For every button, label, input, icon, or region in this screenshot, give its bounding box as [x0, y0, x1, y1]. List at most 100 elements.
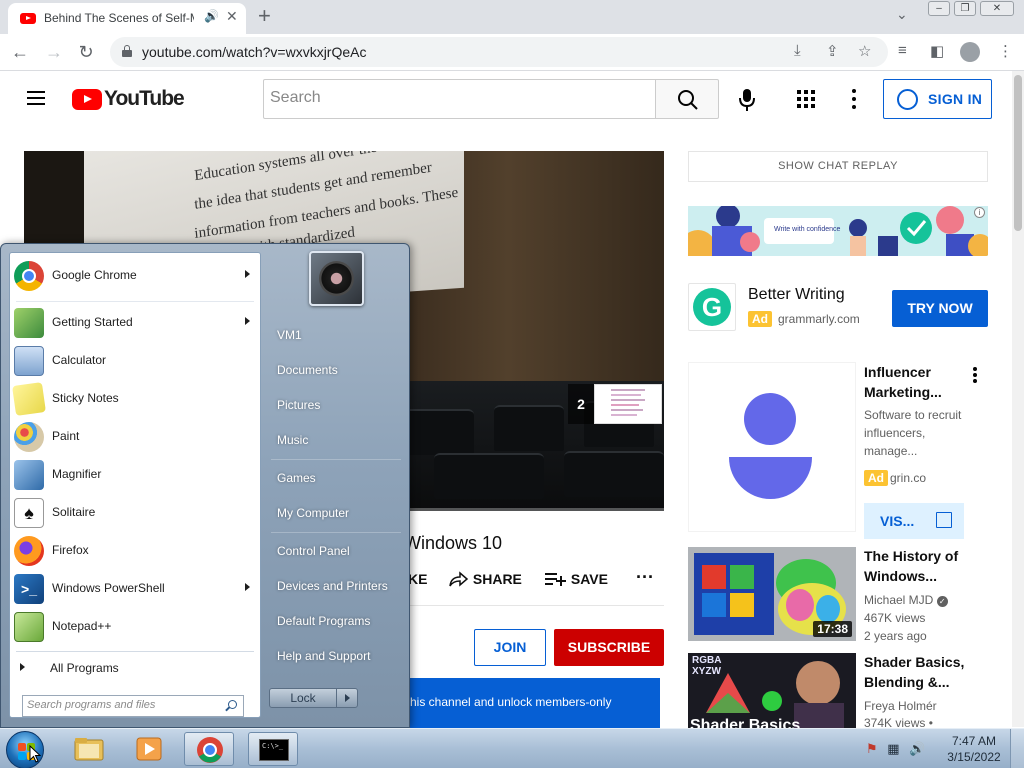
- profile-avatar-icon[interactable]: [960, 42, 980, 62]
- like-button[interactable]: KE: [408, 571, 427, 587]
- close-window-button[interactable]: ✕: [980, 1, 1014, 16]
- submenu-arrow-icon[interactable]: [245, 270, 250, 278]
- external-link-icon[interactable]: [936, 512, 952, 528]
- start-link-pictures[interactable]: Pictures: [277, 398, 320, 412]
- start-search-box[interactable]: [22, 695, 244, 717]
- submenu-arrow-icon[interactable]: [245, 317, 250, 325]
- related-video-title[interactable]: The History of Windows...: [864, 546, 984, 586]
- audio-playing-icon[interactable]: 🔊: [204, 9, 219, 23]
- shutdown-options-arrow-icon[interactable]: [336, 688, 358, 708]
- action-center-flag-icon[interactable]: ⚑: [866, 741, 878, 756]
- ad-banner-image[interactable]: Write with confidence: [688, 206, 988, 256]
- program-firefox[interactable]: Firefox: [10, 532, 260, 570]
- settings-more-icon[interactable]: [848, 88, 860, 110]
- network-icon[interactable]: ▦: [887, 741, 899, 756]
- info-card-thumbnail[interactable]: [594, 384, 662, 424]
- volume-icon[interactable]: 🔊: [909, 741, 925, 756]
- minimize-button[interactable]: –: [928, 1, 950, 16]
- program-calculator[interactable]: Calculator: [10, 342, 260, 380]
- members-banner[interactable]: his channel and unlock members-only: [404, 678, 660, 730]
- taskbar-media-player[interactable]: [124, 732, 174, 766]
- share-button[interactable]: SHARE: [449, 571, 522, 587]
- lock-icon[interactable]: [122, 45, 132, 57]
- related-video-thumbnail[interactable]: 17:38: [688, 547, 856, 641]
- chrome-menu-icon[interactable]: ⋮: [998, 42, 1013, 60]
- address-bar[interactable]: youtube.com/watch?v=wxvkxjrQeAc ⤓ ⇪ ☆: [110, 37, 888, 67]
- clock[interactable]: 7:47 AM 3/15/2022: [944, 733, 1004, 765]
- program-windows-powershell[interactable]: >_ Windows PowerShell: [10, 570, 260, 608]
- back-button[interactable]: ←: [8, 40, 32, 64]
- install-app-icon[interactable]: ⤓: [794, 42, 801, 59]
- start-link-games[interactable]: Games: [277, 471, 316, 485]
- grammarly-logo[interactable]: G: [688, 283, 736, 331]
- tab-close-icon[interactable]: ✕: [226, 8, 238, 25]
- browser-tab[interactable]: Behind The Scenes of Self-M 🔊 ✕: [8, 3, 246, 34]
- grin-ad-title[interactable]: Influencer Marketing...: [864, 362, 964, 402]
- youtube-logo-icon[interactable]: [72, 89, 102, 110]
- youtube-logo-text[interactable]: YouTube: [104, 87, 185, 111]
- program-google-chrome[interactable]: Google Chrome: [10, 257, 260, 295]
- sign-in-button[interactable]: SIGN IN: [883, 79, 992, 119]
- submenu-arrow-icon[interactable]: [245, 583, 250, 591]
- subscribe-button[interactable]: SUBSCRIBE: [554, 629, 664, 666]
- bookmark-star-icon[interactable]: ☆: [858, 42, 871, 60]
- start-search-input[interactable]: [27, 699, 217, 711]
- user-account-picture[interactable]: [309, 251, 364, 306]
- start-link-music[interactable]: Music: [277, 433, 308, 447]
- restore-button[interactable]: ❐: [954, 1, 976, 16]
- start-menu-programs-pane: Google Chrome Getting Started Calculator…: [9, 252, 261, 718]
- search-button[interactable]: [655, 79, 719, 119]
- taskbar-explorer[interactable]: [64, 732, 114, 766]
- voice-search-button[interactable]: [736, 87, 758, 113]
- related-video-channel[interactable]: Michael MJD ✓: [864, 591, 948, 609]
- try-now-button[interactable]: TRY NOW: [892, 290, 988, 327]
- program-notepadpp[interactable]: Notepad++: [10, 608, 260, 646]
- search-input[interactable]: [270, 89, 640, 107]
- search-box[interactable]: [263, 79, 656, 119]
- ad-info-icon[interactable]: i: [974, 207, 985, 218]
- apps-grid-icon[interactable]: [797, 90, 815, 108]
- start-link-vm1[interactable]: VM1: [277, 328, 302, 342]
- info-card-count[interactable]: 2: [568, 384, 594, 424]
- page-scrollbar[interactable]: [1012, 71, 1024, 727]
- url-text[interactable]: youtube.com/watch?v=wxvkxjrQeAc: [142, 44, 366, 60]
- program-magnifier[interactable]: Magnifier: [10, 456, 260, 494]
- share-page-icon[interactable]: ⇪: [826, 42, 839, 60]
- forward-button[interactable]: →: [42, 40, 66, 64]
- show-chat-replay-button[interactable]: SHOW CHAT REPLAY: [688, 151, 988, 182]
- start-link-control-panel[interactable]: Control Panel: [277, 544, 350, 558]
- program-getting-started[interactable]: Getting Started: [10, 304, 260, 342]
- grin-ad-thumbnail[interactable]: [688, 362, 856, 532]
- taskbar-command-prompt[interactable]: C:\>_: [248, 732, 298, 766]
- new-tab-button[interactable]: +: [258, 3, 271, 29]
- start-link-my-computer[interactable]: My Computer: [277, 506, 349, 520]
- start-link-help-and-support[interactable]: Help and Support: [277, 649, 370, 663]
- start-link-documents[interactable]: Documents: [277, 363, 338, 377]
- divider: [404, 605, 664, 606]
- start-link-default-programs[interactable]: Default Programs: [277, 614, 370, 628]
- ad-menu-icon[interactable]: [968, 366, 982, 384]
- program-sticky-notes[interactable]: Sticky Notes: [10, 380, 260, 418]
- join-button[interactable]: JOIN: [474, 629, 546, 666]
- related-video-channel[interactable]: Freya Holmér: [864, 697, 937, 715]
- ad-title[interactable]: Better Writing: [748, 286, 845, 304]
- scrollbar-thumb[interactable]: [1014, 75, 1022, 231]
- more-actions-icon[interactable]: ···: [636, 567, 654, 588]
- side-panel-icon[interactable]: ◧: [930, 42, 944, 60]
- grin-logo-head-icon: [744, 393, 796, 445]
- search-icon[interactable]: [228, 700, 237, 709]
- reload-button[interactable]: ↻: [74, 40, 98, 64]
- taskbar-chrome[interactable]: [184, 732, 234, 766]
- lock-button[interactable]: Lock: [269, 688, 337, 708]
- all-programs-button[interactable]: All Programs: [10, 657, 260, 679]
- program-solitaire[interactable]: ♠ Solitaire: [10, 494, 260, 532]
- related-video-thumbnail[interactable]: RGBA XYZW Shader Basics: [688, 653, 856, 728]
- media-control-icon[interactable]: ≡: [898, 42, 907, 59]
- program-paint[interactable]: Paint: [10, 418, 260, 456]
- save-button[interactable]: SAVE: [545, 571, 608, 587]
- tab-search-chevron-icon[interactable]: ⌄: [896, 6, 908, 23]
- guide-menu-icon[interactable]: [27, 91, 45, 105]
- start-link-devices-and-printers[interactable]: Devices and Printers: [277, 579, 388, 593]
- related-video-title[interactable]: Shader Basics, Blending &...: [864, 652, 984, 692]
- show-desktop-button[interactable]: [1010, 729, 1024, 768]
